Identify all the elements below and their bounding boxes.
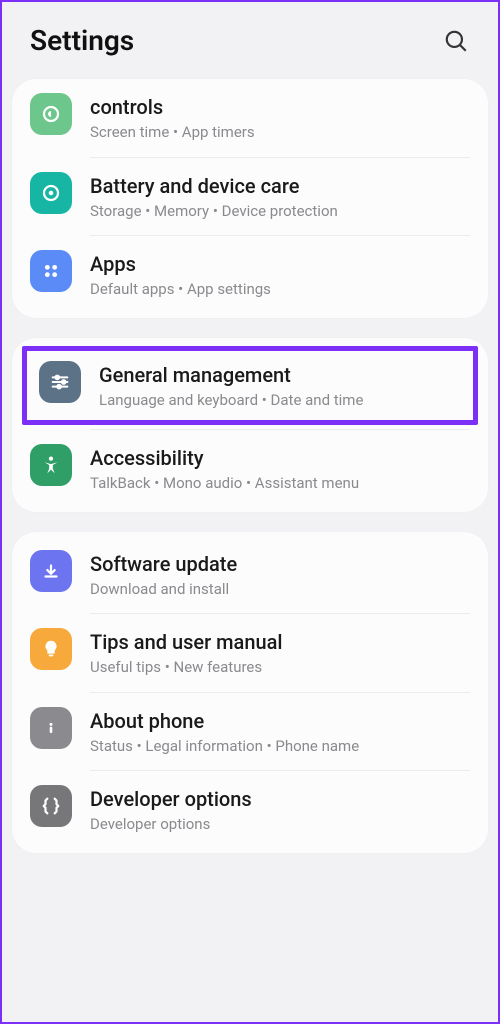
item-subtitle: Useful tips • New features: [90, 658, 470, 678]
settings-group: General management Language and keyboard…: [12, 338, 488, 512]
item-title: General management: [99, 363, 461, 388]
item-title: Developer options: [90, 787, 470, 812]
search-button[interactable]: [442, 27, 470, 55]
item-subtitle: Language and keyboard • Date and time: [99, 391, 461, 411]
item-text: About phone Status • Legal information •…: [90, 707, 470, 757]
settings-item-accessibility[interactable]: Accessibility TalkBack • Mono audio • As…: [12, 430, 488, 508]
item-subtitle: Status • Legal information • Phone name: [90, 737, 470, 757]
item-subtitle: Download and install: [90, 580, 470, 600]
page-title: Settings: [30, 24, 134, 57]
accessibility-icon: [30, 444, 72, 486]
item-subtitle: TalkBack • Mono audio • Assistant menu: [90, 474, 470, 494]
item-text: Battery and device care Storage • Memory…: [90, 172, 470, 222]
item-subtitle: Developer options: [90, 815, 470, 835]
item-title: Apps: [90, 252, 470, 277]
item-subtitle: Default apps • App settings: [90, 280, 470, 300]
item-title: Battery and device care: [90, 174, 470, 199]
battery-icon: [30, 172, 72, 214]
about-phone-icon: [30, 707, 72, 749]
item-text: Apps Default apps • App settings: [90, 250, 470, 300]
item-text: Developer options Developer options: [90, 785, 470, 835]
settings-item-general-management[interactable]: General management Language and keyboard…: [22, 346, 478, 426]
settings-group: Software update Download and install Tip…: [12, 532, 488, 853]
item-text: controls Screen time • App timers: [90, 93, 470, 143]
item-subtitle: Screen time • App timers: [90, 123, 470, 143]
settings-item-software-update[interactable]: Software update Download and install: [12, 536, 488, 614]
settings-item-tips[interactable]: Tips and user manual Useful tips • New f…: [12, 614, 488, 692]
item-title: Accessibility: [90, 446, 470, 471]
settings-item-controls[interactable]: controls Screen time • App timers: [12, 79, 488, 157]
item-text: General management Language and keyboard…: [99, 361, 461, 411]
item-text: Tips and user manual Useful tips • New f…: [90, 628, 470, 678]
item-text: Software update Download and install: [90, 550, 470, 600]
controls-icon: [30, 93, 72, 135]
general-management-icon: [39, 361, 81, 403]
item-subtitle: Storage • Memory • Device protection: [90, 202, 470, 222]
developer-options-icon: [30, 785, 72, 827]
settings-item-about-phone[interactable]: About phone Status • Legal information •…: [12, 693, 488, 771]
item-title: Software update: [90, 552, 470, 577]
apps-icon: [30, 250, 72, 292]
settings-item-developer-options[interactable]: Developer options Developer options: [12, 771, 488, 849]
header: Settings: [2, 2, 498, 79]
search-icon: [443, 28, 469, 54]
item-title: About phone: [90, 709, 470, 734]
item-title: controls: [90, 95, 470, 120]
item-text: Accessibility TalkBack • Mono audio • As…: [90, 444, 470, 494]
settings-item-battery[interactable]: Battery and device care Storage • Memory…: [12, 158, 488, 236]
item-title: Tips and user manual: [90, 630, 470, 655]
tips-icon: [30, 628, 72, 670]
settings-group: controls Screen time • App timers Batter…: [12, 79, 488, 318]
software-update-icon: [30, 550, 72, 592]
settings-item-apps[interactable]: Apps Default apps • App settings: [12, 236, 488, 314]
